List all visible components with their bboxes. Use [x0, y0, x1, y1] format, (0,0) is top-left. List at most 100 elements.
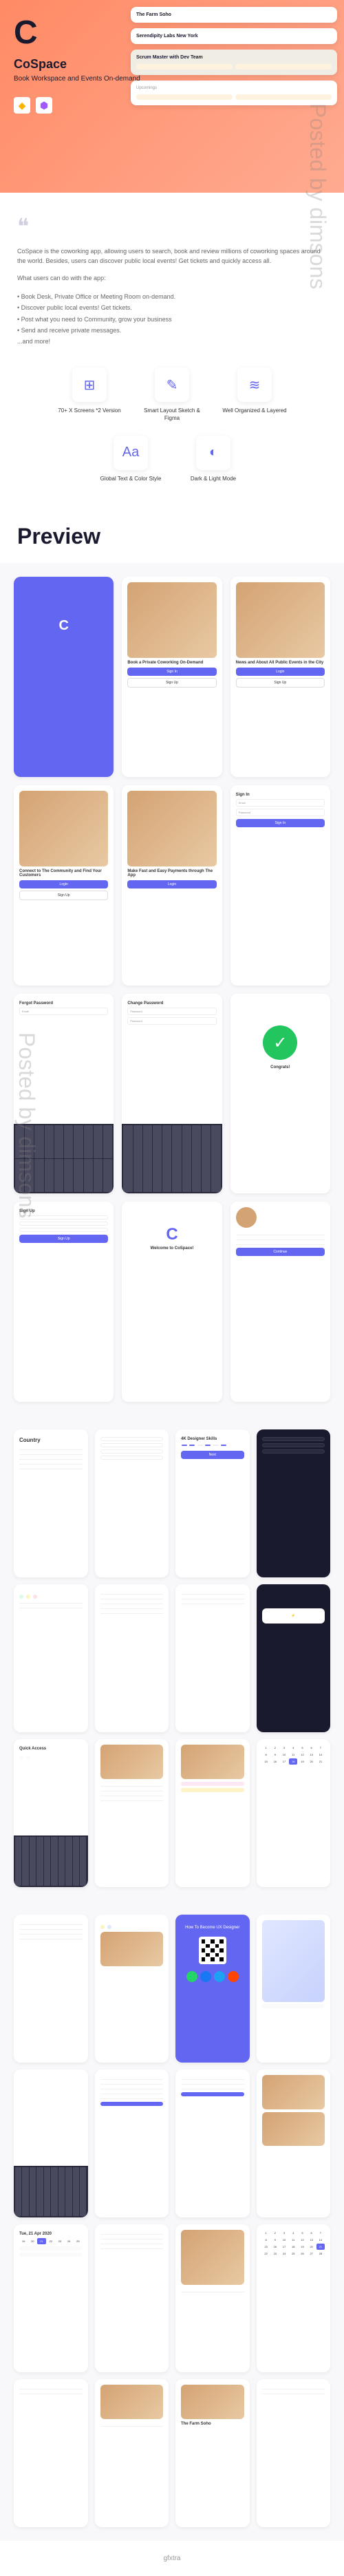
share-icon[interactable] [228, 1971, 239, 1982]
list-item[interactable] [181, 2085, 244, 2089]
login-button[interactable]: Login [127, 880, 216, 888]
tag[interactable] [205, 1445, 211, 1446]
calendar-week[interactable]: 19202122232425 [19, 2238, 83, 2244]
list-item[interactable] [181, 1595, 244, 1599]
input[interactable] [262, 1437, 325, 1441]
card[interactable] [181, 1788, 244, 1792]
keyboard[interactable] [14, 2166, 88, 2217]
whatsapp-icon[interactable] [186, 1971, 197, 1982]
screen-quickaccess: Quick Access [14, 1739, 88, 1887]
facebook-icon[interactable] [200, 1971, 211, 1982]
list-item[interactable] [100, 2244, 164, 2249]
tag[interactable] [213, 1445, 219, 1446]
event-card[interactable] [19, 2246, 83, 2250]
card[interactable] [107, 1925, 111, 1929]
grid-item[interactable] [26, 1756, 30, 1760]
list-item[interactable] [19, 2389, 83, 2394]
list-item[interactable] [100, 2239, 164, 2244]
list-item[interactable] [19, 1450, 83, 1455]
list-item[interactable] [19, 1445, 83, 1450]
grid-item[interactable] [33, 1595, 37, 1599]
list-item[interactable] [181, 1599, 244, 1604]
list-item[interactable] [236, 1235, 325, 1240]
list-item[interactable] [100, 1609, 164, 1614]
action-button[interactable] [100, 2102, 164, 2106]
list-item[interactable] [262, 2385, 325, 2389]
tag[interactable] [197, 1445, 203, 1446]
card[interactable] [181, 1782, 244, 1786]
event-card[interactable] [19, 2253, 83, 2257]
list-item[interactable] [19, 1455, 83, 1460]
list-item[interactable] [181, 2075, 244, 2080]
list-item[interactable] [19, 1920, 83, 1925]
keyboard[interactable] [122, 1124, 222, 1194]
signup-button[interactable]: Sign Up [19, 891, 108, 900]
email-input[interactable]: Email [236, 799, 325, 807]
quote-icon: ❝ [17, 213, 327, 239]
input[interactable] [100, 1443, 164, 1447]
password-input[interactable]: Password [236, 809, 325, 816]
list-item[interactable] [100, 1590, 164, 1595]
login-button[interactable]: Login [236, 668, 325, 676]
darkmode-icon: ◐ [196, 436, 230, 470]
list-item[interactable] [19, 1604, 83, 1608]
hero-card: The Farm Soho [131, 7, 337, 23]
password-input[interactable]: Password [127, 1008, 216, 1015]
grid-item[interactable] [19, 1756, 23, 1760]
list-item[interactable] [100, 1599, 164, 1604]
keyboard[interactable] [14, 1835, 88, 1887]
card[interactable] [262, 2004, 325, 2008]
input[interactable] [100, 1456, 164, 1460]
input[interactable] [19, 1222, 108, 1226]
email-input[interactable]: Email [19, 1008, 108, 1015]
list-item[interactable] [262, 2389, 325, 2394]
signup-button[interactable]: Sign Up [236, 678, 325, 688]
calendar[interactable]: 1234567 891011121314 15161718192021 2223… [262, 2230, 325, 2257]
list-item[interactable] [100, 1595, 164, 1599]
tag[interactable] [221, 1445, 226, 1446]
list-item[interactable] [19, 1930, 83, 1935]
password-input[interactable]: Password [127, 1017, 216, 1025]
list-item[interactable] [236, 1240, 325, 1245]
screen-signin: Sign In Email Password Sign In [230, 785, 330, 986]
list-item[interactable] [100, 2230, 164, 2235]
login-button[interactable]: Login [19, 880, 108, 888]
text-icon: Aa [114, 436, 148, 470]
list-item[interactable] [19, 1935, 83, 1939]
calendar[interactable]: 1234567 891011121314 15161718192021 [262, 1745, 325, 1765]
list-item[interactable] [19, 1465, 83, 1469]
list-item[interactable] [19, 1925, 83, 1930]
action-button[interactable] [181, 2092, 244, 2096]
list-item[interactable] [181, 1590, 244, 1595]
input[interactable] [19, 1215, 108, 1220]
continue-button[interactable]: Continue [236, 1248, 325, 1256]
list-item[interactable] [19, 1599, 83, 1604]
grid-item[interactable] [26, 1595, 30, 1599]
sign-button[interactable]: Sign In [127, 668, 216, 676]
screen-image [127, 791, 216, 866]
tag[interactable] [182, 1445, 187, 1446]
grid-item[interactable] [19, 1595, 23, 1599]
list-item[interactable] [236, 1231, 325, 1235]
twitter-icon[interactable] [214, 1971, 225, 1982]
screen-list [175, 1739, 250, 1887]
next-button[interactable]: Next [181, 1451, 244, 1459]
card[interactable] [100, 1925, 105, 1929]
signin-button[interactable]: Sign In [236, 819, 325, 827]
list-item[interactable] [100, 2235, 164, 2239]
map[interactable] [262, 1920, 325, 2002]
list-item[interactable] [19, 1460, 83, 1465]
keyboard[interactable] [14, 1124, 114, 1194]
input[interactable] [19, 1228, 108, 1232]
list-item[interactable] [19, 2385, 83, 2389]
input[interactable] [262, 1449, 325, 1454]
signup-button[interactable]: Sign Up [127, 678, 216, 688]
tag[interactable] [189, 1445, 195, 1446]
signup-button[interactable]: Sign Up [19, 1235, 108, 1243]
input[interactable] [262, 1443, 325, 1447]
input[interactable] [100, 1437, 164, 1441]
input[interactable] [100, 1449, 164, 1454]
screen-profile: Continue [230, 1202, 330, 1402]
list-item[interactable] [100, 1604, 164, 1609]
list-item[interactable] [181, 2080, 244, 2085]
